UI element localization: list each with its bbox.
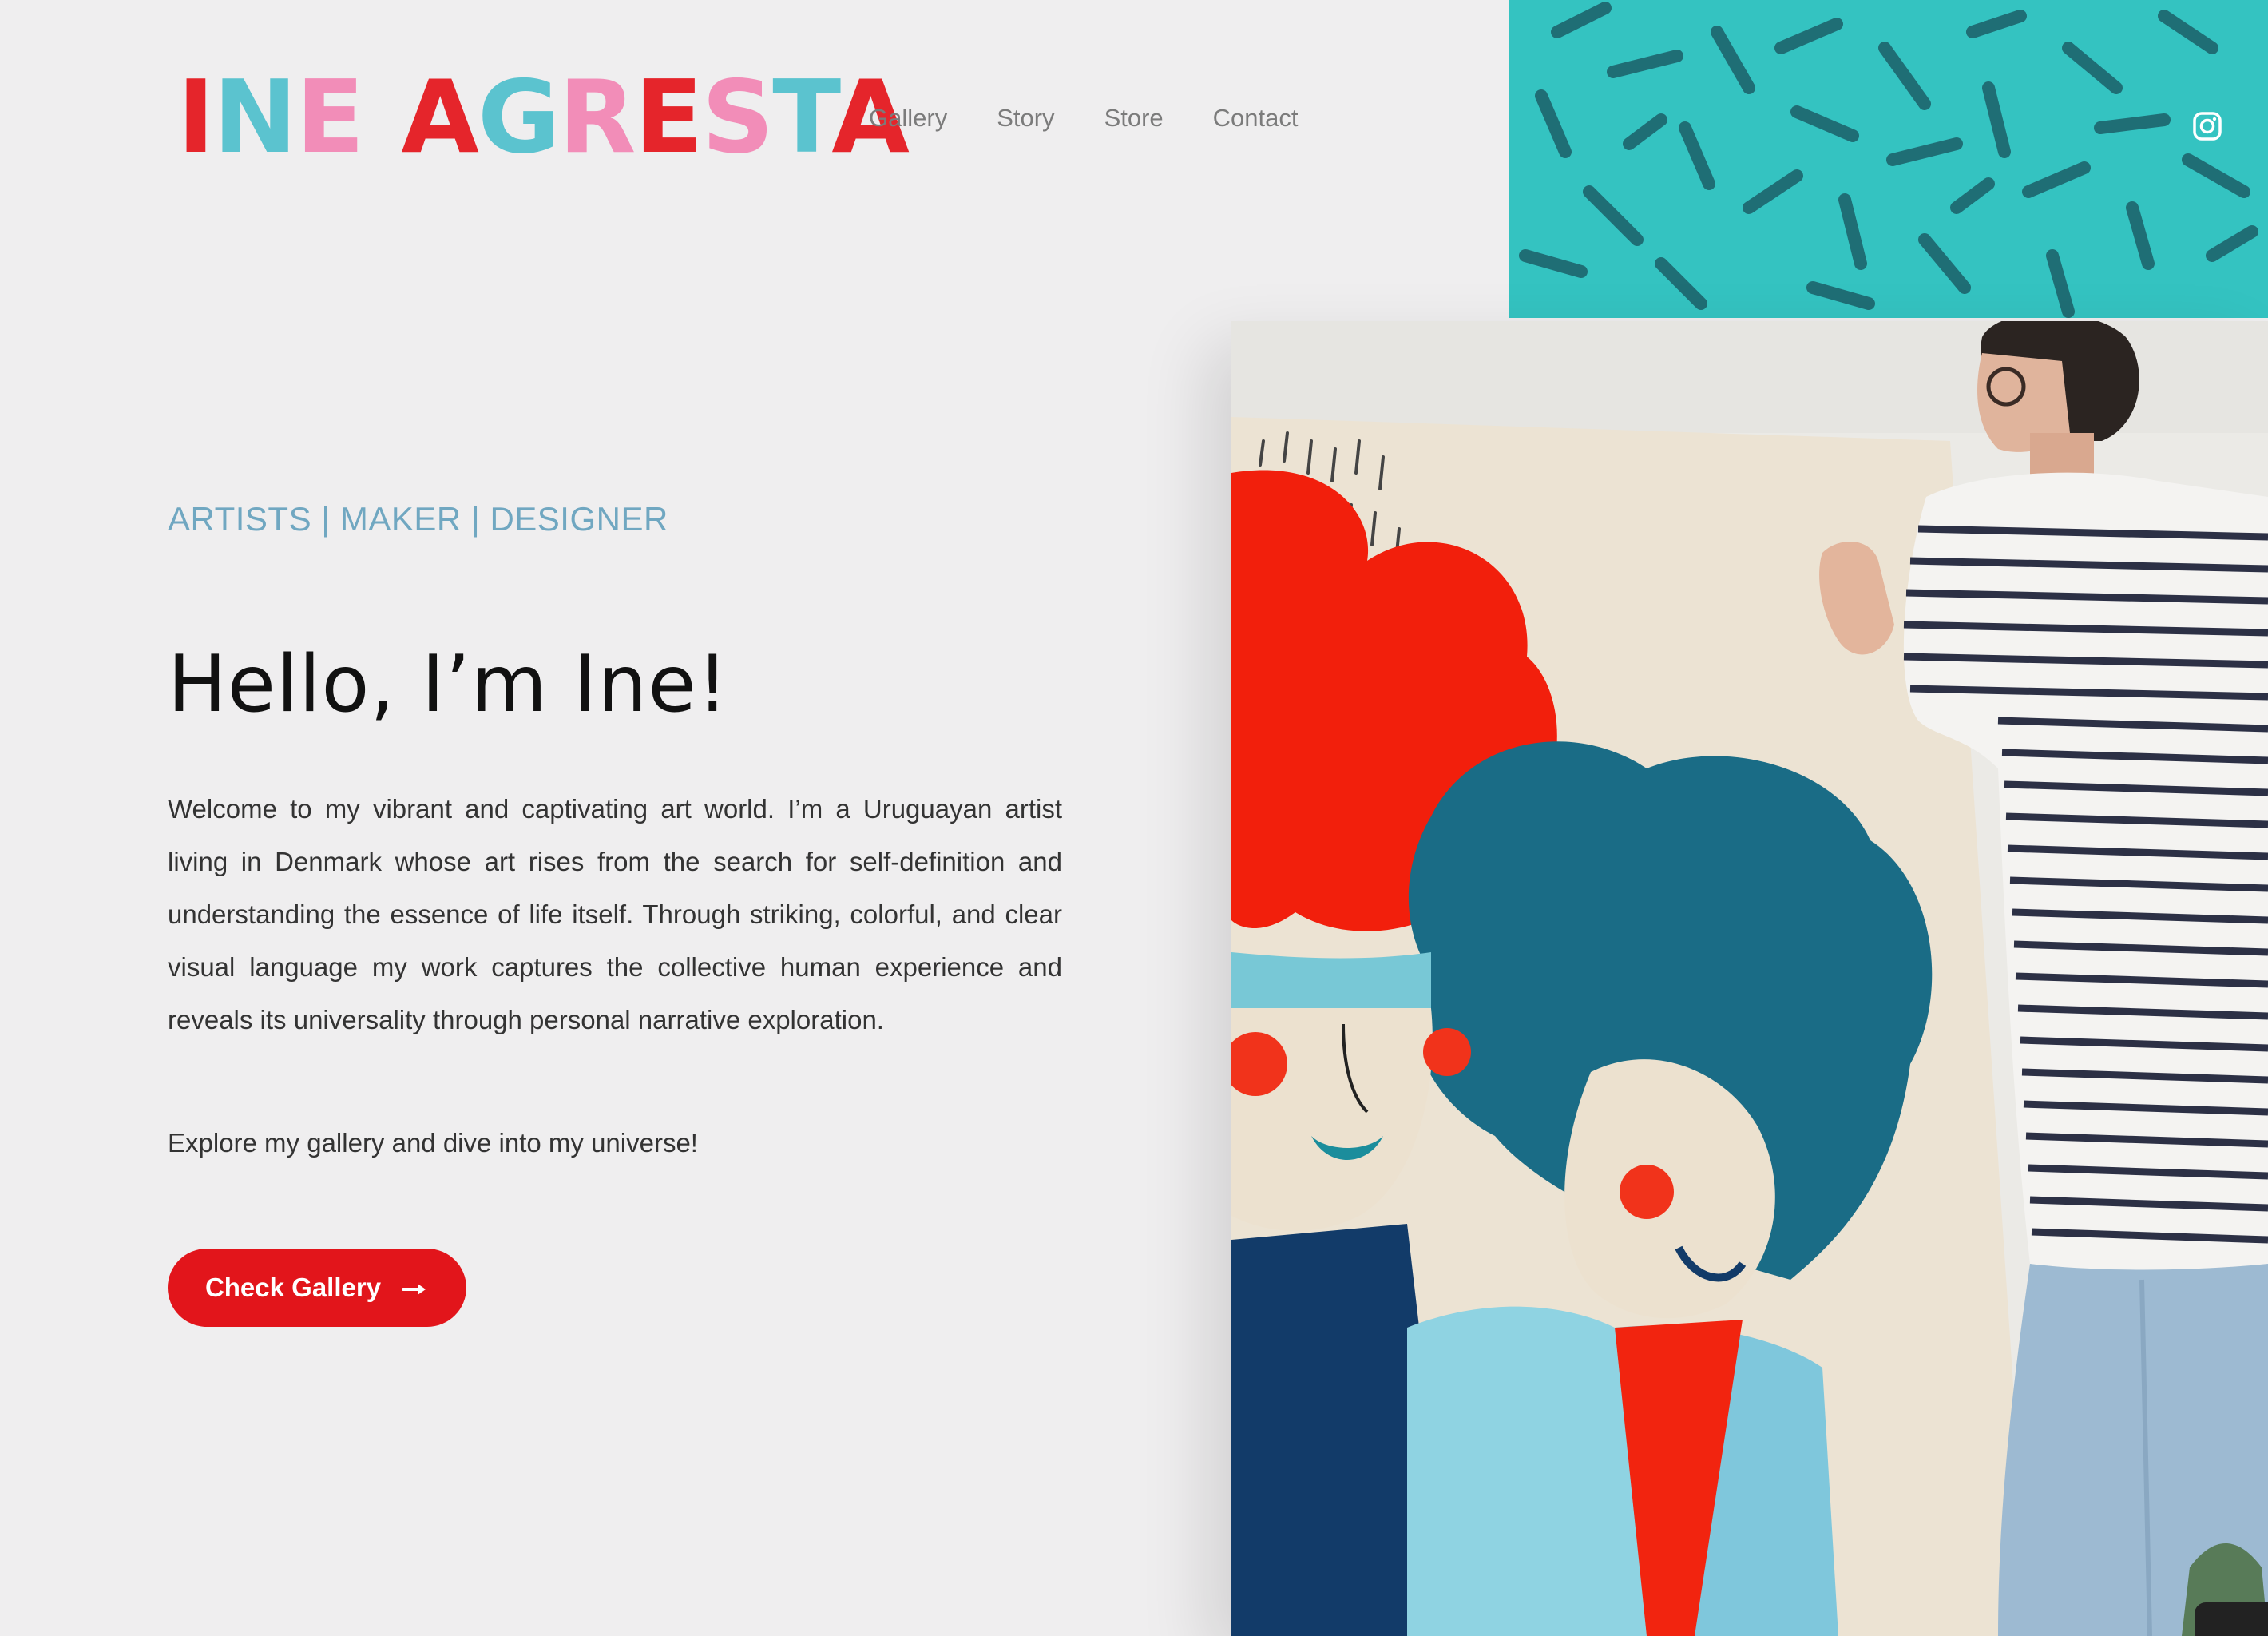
corner-widget-tab[interactable] (2195, 1602, 2268, 1636)
logo-letter: N (212, 58, 297, 176)
logo-letter: R (558, 58, 636, 176)
logo-word-agresta: AGRESTA (401, 67, 909, 168)
site-logo[interactable]: INE AGRESTA (177, 67, 910, 168)
hero-tagline: ARTISTS | MAKER | DESIGNER (168, 500, 668, 538)
yarn-pattern-graphic (1509, 0, 2268, 318)
logo-word-ine: INE (177, 67, 364, 168)
nav-item-store[interactable]: Store (1104, 104, 1164, 133)
check-gallery-label: Check Gallery (204, 1273, 382, 1302)
logo-letter: T (772, 58, 833, 176)
nav-item-story[interactable]: Story (997, 104, 1054, 133)
teal-yarn-texture (1509, 0, 2268, 318)
arrow-right-icon (402, 1273, 429, 1302)
hero-intro-paragraph: Welcome to my vibrant and captivating ar… (168, 794, 1062, 1034)
nav-item-gallery[interactable]: Gallery (869, 104, 947, 133)
logo-letter: I (177, 58, 215, 176)
logo-letter: G (477, 58, 560, 176)
hero-headline: Hello, I’m Ine! (168, 639, 729, 730)
logo-letter: E (295, 58, 364, 176)
check-gallery-button[interactable]: Check Gallery (168, 1249, 466, 1327)
logo-letter: E (634, 58, 703, 176)
logo-letter: S (701, 58, 774, 176)
instagram-icon[interactable] (2191, 110, 2223, 142)
hero-invite-text: Explore my gallery and dive into my univ… (168, 1128, 698, 1158)
artist-painting-photo (1231, 321, 2268, 1636)
logo-letter: A (401, 58, 479, 176)
nav-item-contact[interactable]: Contact (1213, 104, 1299, 133)
main-nav: Gallery Story Store Contact (869, 104, 1299, 133)
